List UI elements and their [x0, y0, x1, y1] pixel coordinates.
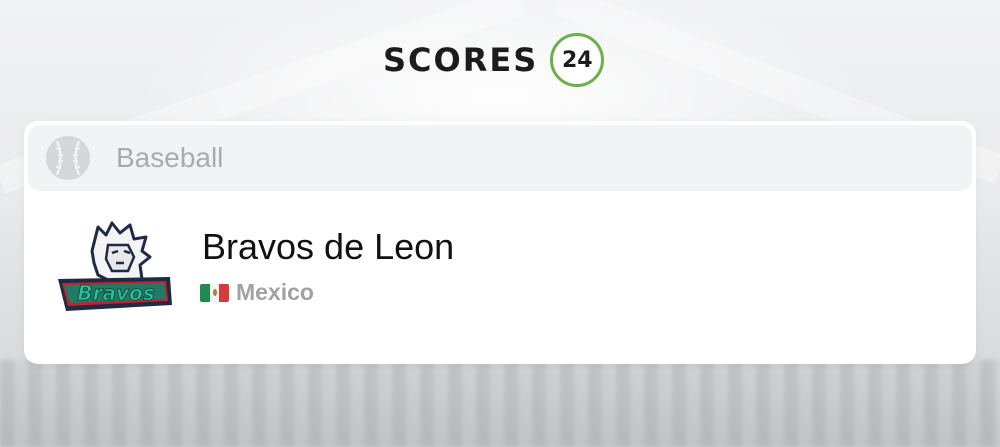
- team-country: Mexico: [200, 279, 314, 306]
- team-name[interactable]: Bravos de Leon: [202, 227, 454, 267]
- sport-label: Baseball: [116, 142, 224, 173]
- logo-wordmark: SCORES: [383, 41, 539, 79]
- baseball-icon: [46, 136, 90, 180]
- team-logo-wordmark: Bravos: [77, 281, 154, 305]
- background-stands: [0, 360, 1000, 447]
- team-card: Baseball Bravos Bravos de Leon Mexico: [24, 121, 976, 364]
- country-name: Mexico: [236, 279, 314, 305]
- mexico-flag-icon: [200, 283, 229, 302]
- site-logo[interactable]: SCORES 24: [383, 33, 605, 87]
- sport-header[interactable]: Baseball: [28, 125, 972, 191]
- lion-logo-icon: [90, 221, 152, 285]
- team-logo[interactable]: Bravos: [54, 221, 178, 321]
- logo-badge: 24: [550, 33, 605, 87]
